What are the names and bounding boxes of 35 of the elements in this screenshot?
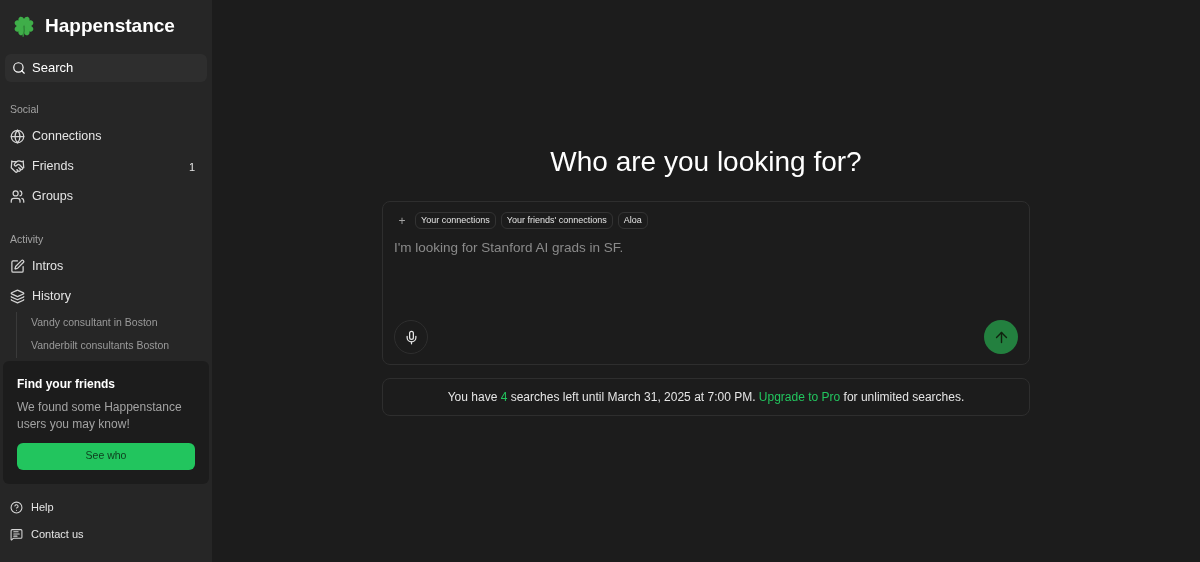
- edit-icon: [10, 259, 25, 274]
- nav-item[interactable]: Intros: [3, 251, 209, 282]
- nav-item[interactable]: Groups: [3, 181, 209, 212]
- section-title: Activity: [9, 231, 45, 247]
- help-icon: [10, 500, 23, 514]
- nav-item[interactable]: Friends 1: [3, 151, 209, 182]
- section-title: Social: [9, 102, 40, 117]
- filter-chip[interactable]: Aloa: [617, 212, 648, 229]
- recent-search-link[interactable]: Vandy consultant in Boston: [31, 311, 158, 335]
- nav-item[interactable]: History: [3, 281, 209, 312]
- recent-search-link[interactable]: Vanderbilt consultants Boston: [31, 334, 170, 358]
- page-heading: Who are you looking for?: [550, 145, 862, 179]
- footer-link[interactable]: Help: [3, 493, 209, 521]
- brand-name: Happenstance: [45, 13, 175, 38]
- search-icon: [12, 61, 26, 75]
- promo-title: Find your friends: [17, 375, 116, 393]
- filter-chip[interactable]: Your friends' connections: [500, 212, 613, 229]
- friends-count: 1: [188, 159, 196, 175]
- globe-icon: [10, 129, 25, 145]
- microphone-icon: [403, 329, 419, 345]
- see-who-button[interactable]: See who: [17, 442, 195, 470]
- handshake-icon: [10, 159, 25, 175]
- promo-text: We found some Happenstance users you may know!: [17, 398, 183, 433]
- users-icon: [10, 189, 25, 205]
- upgrade-link[interactable]: Upgrade to Pro: [758, 390, 841, 404]
- query-field[interactable]: + Your connections Your friends' connections Aloa I'm looking for Stanford AI grads in SF.: [382, 201, 1030, 365]
- send-button[interactable]: [984, 320, 1018, 354]
- footer-link[interactable]: Contact us: [3, 520, 209, 548]
- add-button[interactable]: +: [394, 212, 410, 229]
- filter-chip[interactable]: Your connections: [415, 212, 496, 229]
- message-icon: [10, 527, 23, 541]
- search-limit-notice: You have 4 searches left until March 31, 2025 at 7:00 PM. Upgrade to Pro for unlimited searches.: [447, 389, 965, 406]
- layers-icon: [10, 289, 25, 304]
- search-button[interactable]: Search: [5, 54, 207, 82]
- nav-item[interactable]: Connections: [3, 121, 209, 152]
